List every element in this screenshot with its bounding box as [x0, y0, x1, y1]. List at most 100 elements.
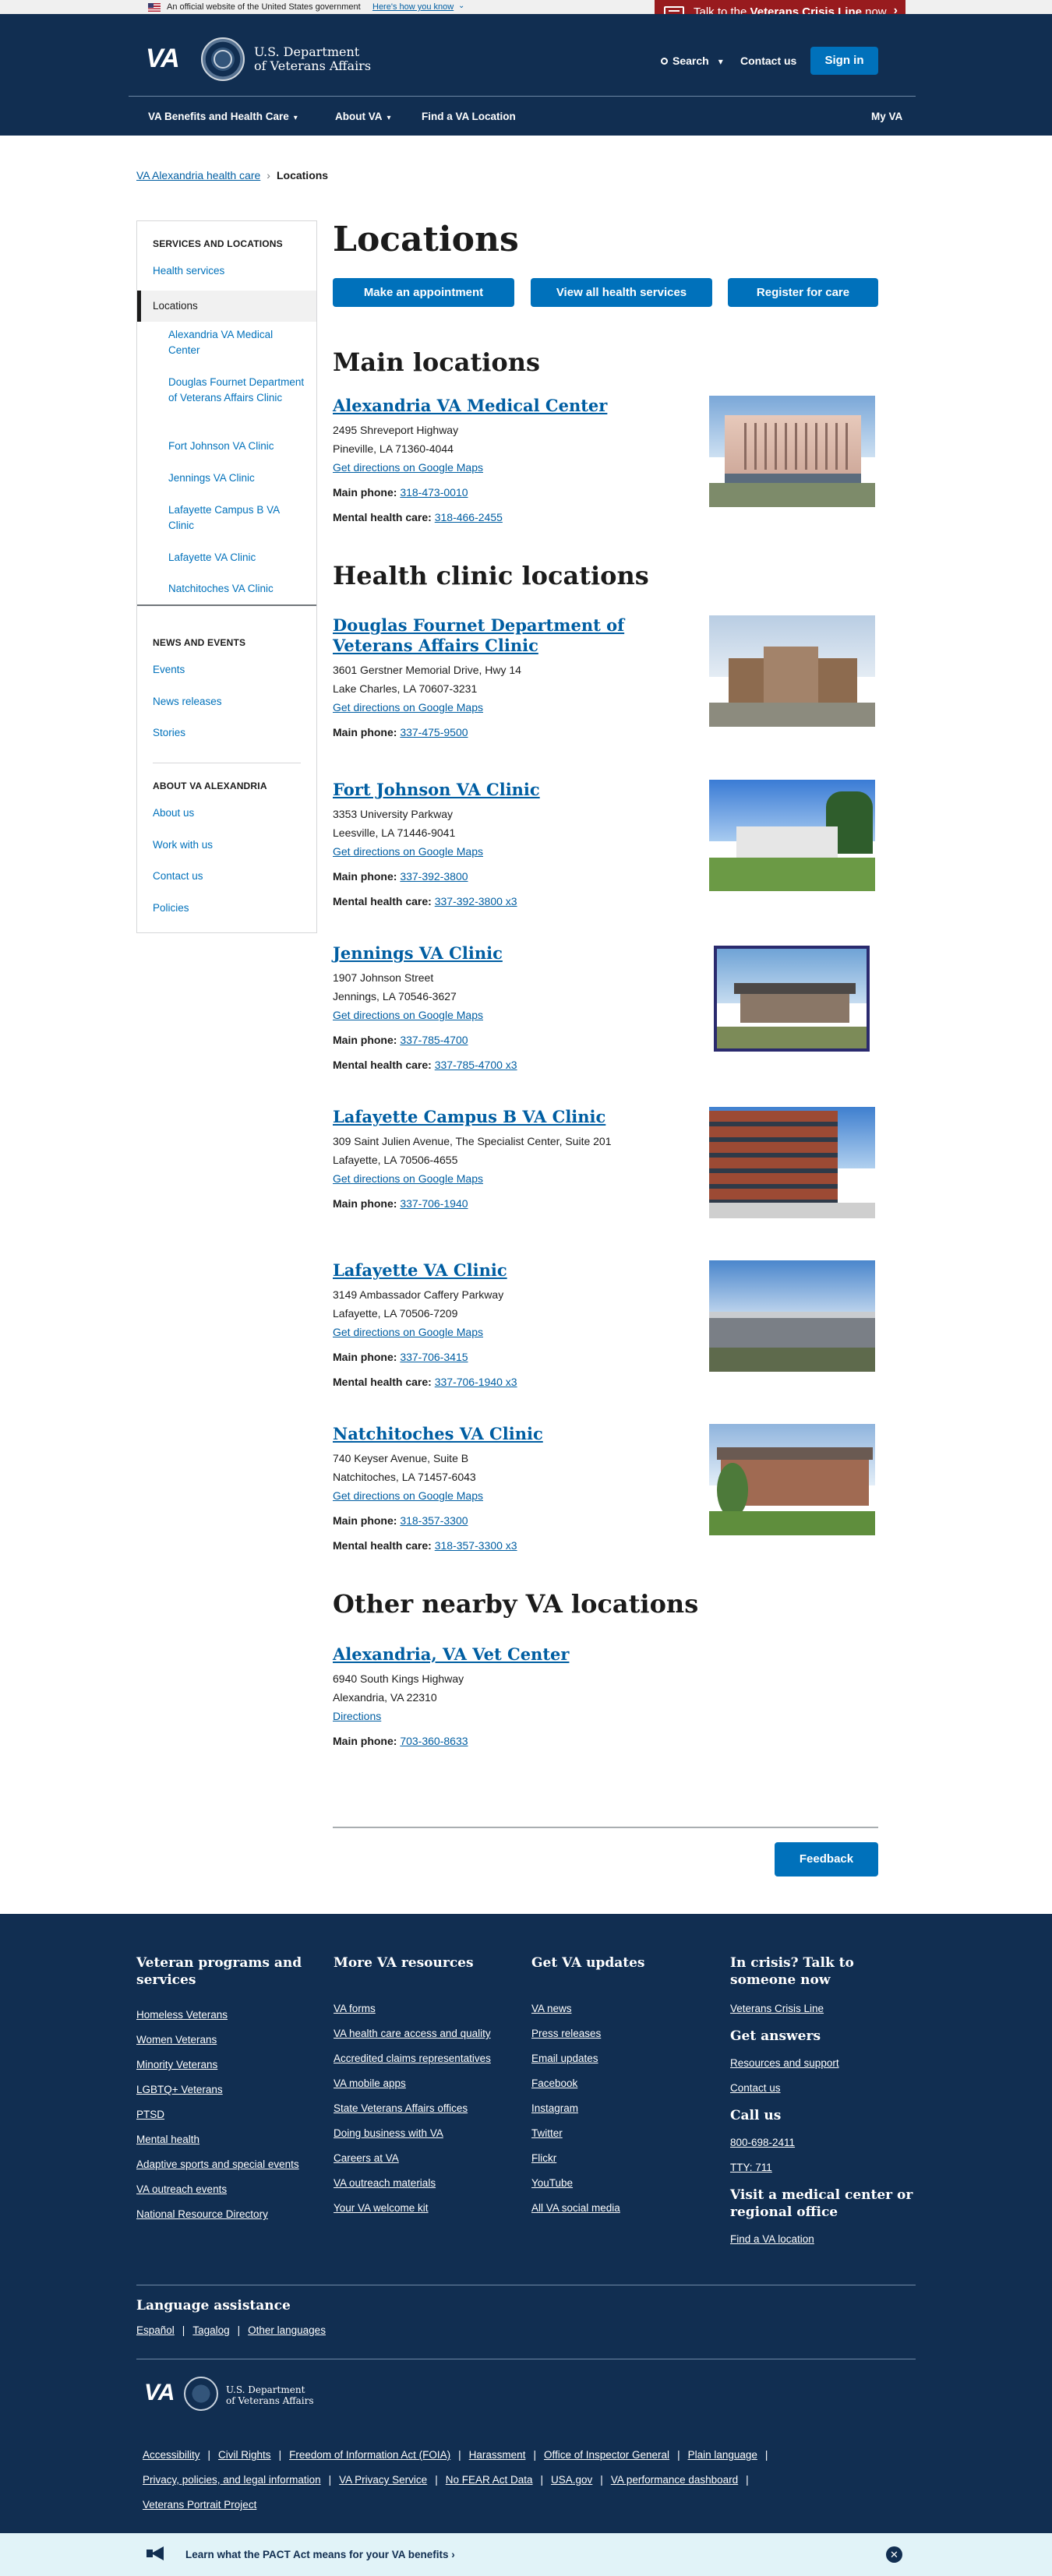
legal-link[interactable]: Harassment [469, 2449, 526, 2461]
nav-my-va[interactable]: My VA [871, 111, 902, 122]
phone-link[interactable]: 337-392-3800 x3 [435, 895, 517, 907]
legal-link[interactable]: Freedom of Information Act (FOIA) [289, 2449, 450, 2461]
legal-link[interactable]: VA performance dashboard [611, 2474, 738, 2486]
sidebar-sub-lafayette-campus-b[interactable]: Lafayette Campus B VA Clinic [168, 502, 305, 534]
footer-link[interactable]: Veterans Crisis Line [730, 1996, 917, 2021]
location-name-link[interactable]: Lafayette VA Clinic [333, 1260, 707, 1281]
footer-phone-link[interactable]: 800-698-2411 [730, 2130, 917, 2155]
footer-link[interactable]: VA forms [334, 1996, 513, 2021]
sidebar-sub-fort-johnson[interactable]: Fort Johnson VA Clinic [168, 439, 305, 454]
phone-link[interactable]: 318-357-3300 x3 [435, 1539, 517, 1552]
directions-link[interactable]: Get directions on Google Maps [333, 1169, 707, 1188]
contact-us-link[interactable]: Contact us [740, 55, 796, 67]
footer-link[interactable]: Twitter [531, 2121, 711, 2146]
nav-find-location[interactable]: Find a VA Location [422, 111, 516, 122]
legal-link[interactable]: Veterans Portrait Project [143, 2499, 256, 2511]
sidebar-item-policies[interactable]: Policies [153, 902, 189, 914]
phone-link[interactable]: 337-475-9500 [400, 726, 468, 738]
make-appointment-button[interactable]: Make an appointment [333, 278, 514, 307]
sidebar-item-work-with-us[interactable]: Work with us [153, 839, 213, 851]
footer-link[interactable]: Minority Veterans [136, 2053, 316, 2077]
footer-link[interactable]: All VA social media [531, 2196, 711, 2221]
pact-act-link[interactable]: Learn what the PACT Act means for your V… [185, 2549, 455, 2560]
phone-link[interactable]: 318-473-0010 [400, 486, 468, 499]
phone-link[interactable]: 337-706-1940 x3 [435, 1376, 517, 1388]
sidebar-item-health-services[interactable]: Health services [153, 265, 224, 277]
legal-link[interactable]: Office of Inspector General [544, 2449, 669, 2461]
directions-link[interactable]: Get directions on Google Maps [333, 1486, 707, 1505]
footer-link[interactable]: Accredited claims representatives [334, 2046, 513, 2071]
location-name-link[interactable]: Jennings VA Clinic [333, 943, 707, 964]
phone-link[interactable]: 703-360-8633 [400, 1735, 468, 1747]
footer-link[interactable]: VA mobile apps [334, 2071, 513, 2096]
sidebar-sub-jennings[interactable]: Jennings VA Clinic [168, 470, 305, 486]
language-link-other[interactable]: Other languages [248, 2324, 326, 2336]
view-health-services-button[interactable]: View all health services [531, 278, 712, 307]
footer-link[interactable]: Flickr [531, 2146, 711, 2171]
close-icon[interactable]: ✕ [886, 2546, 902, 2563]
footer-va-logo[interactable]: VA [144, 2380, 175, 2406]
footer-link[interactable]: Careers at VA [334, 2146, 513, 2171]
footer-link[interactable]: PTSD [136, 2102, 316, 2127]
legal-link[interactable]: USA.gov [551, 2474, 592, 2486]
phone-link[interactable]: 337-392-3800 [400, 870, 468, 883]
footer-link[interactable]: Resources and support [730, 2051, 917, 2076]
location-name-link[interactable]: Natchitoches VA Clinic [333, 1424, 707, 1444]
phone-link[interactable]: 337-785-4700 x3 [435, 1059, 517, 1071]
nav-about-va[interactable]: About VA ▾ [335, 111, 391, 122]
sidebar-item-stories[interactable]: Stories [153, 727, 185, 738]
nav-benefits[interactable]: VA Benefits and Health Care ▾ [148, 111, 298, 122]
footer-link[interactable]: Adaptive sports and special events [136, 2152, 316, 2177]
heres-how-you-know-link[interactable]: Here's how you know [372, 2, 454, 12]
directions-link[interactable]: Directions [333, 1707, 707, 1725]
feedback-button[interactable]: Feedback [775, 1842, 878, 1876]
footer-link[interactable]: Your VA welcome kit [334, 2196, 513, 2221]
footer-link[interactable]: Mental health [136, 2127, 316, 2152]
legal-link[interactable]: Plain language [688, 2449, 757, 2461]
legal-link[interactable]: Privacy, policies, and legal information [143, 2474, 321, 2486]
phone-link[interactable]: 337-785-4700 [400, 1034, 468, 1046]
footer-link[interactable]: LGBTQ+ Veterans [136, 2077, 316, 2102]
search-button[interactable]: Search ▾ [661, 55, 723, 67]
footer-link[interactable]: Find a VA location [730, 2227, 917, 2252]
sidebar-sub-lafayette[interactable]: Lafayette VA Clinic [168, 550, 305, 566]
phone-link[interactable]: 318-357-3300 [400, 1514, 468, 1527]
footer-link[interactable]: YouTube [531, 2171, 711, 2196]
sidebar-item-about-us[interactable]: About us [153, 807, 194, 819]
sidebar-item-events[interactable]: Events [153, 664, 185, 675]
footer-link[interactable]: Homeless Veterans [136, 2003, 316, 2028]
footer-link[interactable]: State Veterans Affairs offices [334, 2096, 513, 2121]
legal-link[interactable]: Civil Rights [218, 2449, 271, 2461]
footer-link[interactable]: VA health care access and quality [334, 2021, 513, 2046]
footer-link[interactable]: Instagram [531, 2096, 711, 2121]
sign-in-button[interactable]: Sign in [810, 47, 878, 75]
sidebar-sub-natchitoches[interactable]: Natchitoches VA Clinic [168, 581, 305, 597]
directions-link[interactable]: Get directions on Google Maps [333, 458, 707, 477]
sidebar-sub-douglas-fournet[interactable]: Douglas Fournet Department of Veterans A… [168, 375, 305, 406]
location-name-link[interactable]: Fort Johnson VA Clinic [333, 780, 707, 800]
legal-link[interactable]: No FEAR Act Data [446, 2474, 533, 2486]
legal-link[interactable]: Accessibility [143, 2449, 200, 2461]
directions-link[interactable]: Get directions on Google Maps [333, 842, 707, 861]
phone-link[interactable]: 337-706-1940 [400, 1197, 468, 1210]
phone-link[interactable]: 318-466-2455 [435, 511, 503, 523]
footer-link[interactable]: VA outreach events [136, 2177, 316, 2202]
va-logo[interactable]: VA [146, 44, 180, 74]
breadcrumb-parent-link[interactable]: VA Alexandria health care [136, 169, 260, 181]
sidebar-item-locations[interactable]: Locations [137, 291, 316, 322]
footer-link[interactable]: National Resource Directory [136, 2202, 316, 2227]
footer-link[interactable]: VA news [531, 1996, 711, 2021]
chevron-down-icon[interactable]: ⌄ [458, 2, 464, 10]
footer-phone-link[interactable]: TTY: 711 [730, 2155, 917, 2180]
language-link-espanol[interactable]: Español [136, 2324, 175, 2336]
footer-link[interactable]: Email updates [531, 2046, 711, 2071]
register-for-care-button[interactable]: Register for care [728, 278, 878, 307]
footer-link[interactable]: Press releases [531, 2021, 711, 2046]
location-name-link[interactable]: Douglas Fournet Department of Veterans A… [333, 615, 707, 656]
footer-link[interactable]: Facebook [531, 2071, 711, 2096]
directions-link[interactable]: Get directions on Google Maps [333, 1323, 707, 1341]
footer-link[interactable]: VA outreach materials [334, 2171, 513, 2196]
footer-link[interactable]: Doing business with VA [334, 2121, 513, 2146]
footer-link[interactable]: Contact us [730, 2076, 917, 2101]
sidebar-item-contact-us[interactable]: Contact us [153, 870, 203, 882]
